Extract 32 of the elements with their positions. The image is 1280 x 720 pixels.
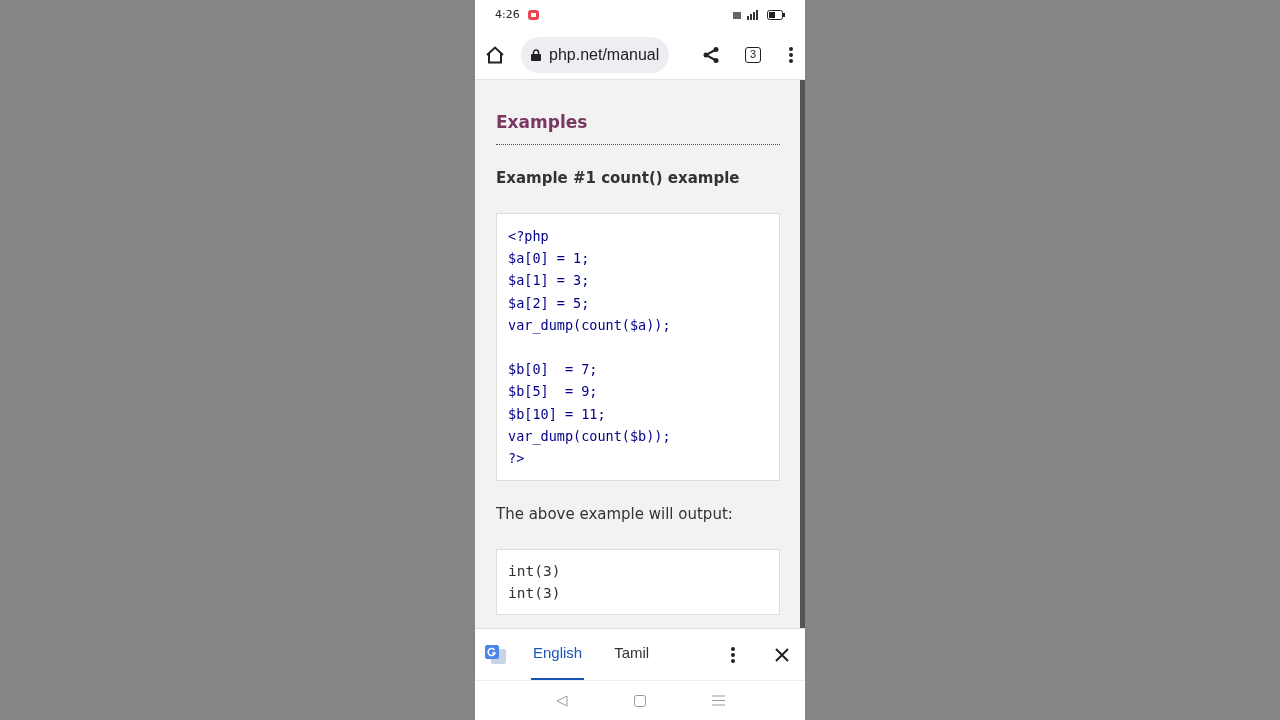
output-line: int(3)	[508, 561, 562, 581]
menu-icon[interactable]	[789, 46, 793, 63]
notification-icon	[527, 10, 539, 20]
section-heading: Examples	[496, 110, 780, 145]
code-line: $b[5] = 9;	[508, 382, 599, 402]
code-line: $a[1] = 3;	[508, 271, 591, 291]
code-line: $b[0] = 7;	[508, 360, 599, 380]
code-line: var_dump(count($b));	[508, 426, 672, 447]
recents-icon[interactable]	[711, 695, 725, 706]
code-line: var_dump(count($a));	[508, 315, 672, 336]
example-title: Example #1 count() example	[496, 167, 741, 189]
translate-icon	[485, 644, 507, 665]
code-line: ?>	[508, 449, 526, 468]
code-line: <?php	[508, 227, 550, 246]
output-line: int(3)	[508, 583, 562, 603]
more-options-icon[interactable]	[731, 646, 735, 663]
home-button-icon[interactable]	[633, 694, 646, 707]
lock-icon	[531, 48, 541, 61]
code-line: $b[10] = 11;	[508, 404, 607, 424]
close-icon[interactable]	[775, 647, 789, 662]
code-line: $a[2] = 5;	[508, 293, 591, 313]
share-icon[interactable]	[703, 46, 719, 63]
status-time: 4:26	[495, 6, 520, 23]
code-line: $a[0] = 1;	[508, 249, 591, 269]
address-bar[interactable]: php.net/manual	[521, 36, 670, 73]
language-tab[interactable]: Tamil	[612, 628, 652, 681]
output-intro: The above example will output:	[496, 504, 734, 526]
url-text: php.net/manual	[549, 44, 660, 65]
scrollbar[interactable]	[800, 80, 805, 628]
tab-count-button[interactable]: 3	[745, 46, 761, 63]
battery-icon	[767, 10, 785, 20]
home-icon[interactable]	[485, 45, 505, 64]
